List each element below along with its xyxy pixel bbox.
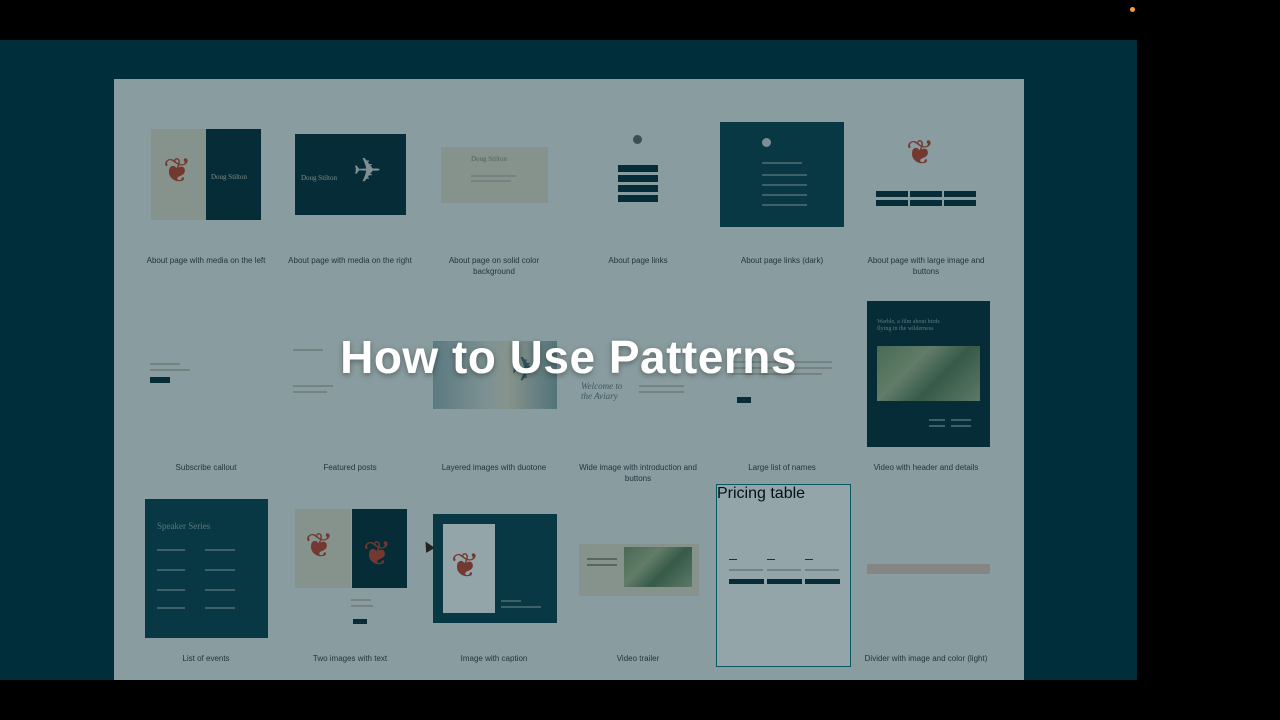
pattern-thumbnail: ❦ [433, 514, 557, 623]
pattern-thumbnail [614, 135, 662, 220]
pattern-thumbnail: Speaker Series [145, 499, 268, 638]
pattern-thumbnail [720, 122, 844, 227]
pattern-label: Wide image with introduction and buttons [579, 463, 697, 483]
pattern-label: About page links (dark) [740, 256, 824, 265]
pattern-label: Divider with image and color (light) [864, 654, 988, 663]
avatar [633, 135, 642, 144]
pattern-thumbnail: ✈ Doug Stilton [295, 134, 406, 215]
pattern-thumbnail: ❦ [874, 131, 978, 221]
bird-illustration-icon: ❦ [906, 134, 935, 172]
pattern-label: Video with header and details [873, 463, 979, 472]
pattern-card-featured-posts[interactable]: Featured posts [288, 301, 412, 472]
pattern-card-layered-images[interactable]: ✈ Layered images with duotone [432, 301, 557, 472]
bird-illustration-icon: ❦ [163, 152, 192, 190]
pattern-label: Image with caption [460, 654, 528, 663]
pattern-thumbnail: ❦ ❦ [295, 509, 407, 629]
overlay-title: How to Use Patterns [340, 331, 797, 383]
pattern-label: About page with media on the left [146, 256, 266, 265]
thumbnail-heading: Doug Stilton [471, 155, 507, 163]
pattern-thumbnail: Welcome to the Aviary [581, 381, 695, 421]
pattern-card-large-list-names[interactable]: Large list of names [720, 301, 844, 472]
pattern-card-large-image-buttons[interactable]: ❦ About page with large image and button… [864, 127, 988, 287]
pattern-label: About page on solid color background [448, 256, 540, 276]
pattern-card-video-header[interactable]: Warble, a film about birds flying in the… [864, 301, 990, 472]
thumbnail-heading: Doug Stilton [301, 174, 337, 182]
pattern-label: Two images with text [312, 654, 388, 663]
pattern-label: Featured posts [323, 463, 377, 472]
pattern-card-list-events[interactable]: Speaker Series List of events [144, 499, 268, 669]
pattern-card-divider-image-color[interactable]: Divider with image and color (light) [864, 499, 990, 669]
pattern-card-two-images-text[interactable]: ❦ ❦ Two images with text [288, 499, 412, 669]
pattern-thumbnail [579, 544, 699, 596]
pattern-card-image-caption[interactable]: ❦ Image with caption [432, 499, 557, 669]
thumbnail-heading: Welcome to the Aviary [581, 381, 623, 401]
pattern-label: List of events [182, 654, 230, 663]
pattern-label: Large list of names [748, 463, 816, 472]
pattern-label: Video trailer [616, 654, 660, 663]
pattern-label: Layered images with duotone [441, 463, 547, 472]
avatar [762, 138, 771, 147]
pattern-label: About page with media on the right [288, 256, 412, 265]
pattern-label: About page links [608, 256, 668, 265]
bird-illustration-icon: ✈ [353, 152, 382, 190]
pattern-card-pricing-table[interactable]: Pricing table [716, 484, 851, 667]
pattern-label: Pricing table [717, 485, 806, 502]
pattern-thumbnail [867, 564, 990, 574]
pattern-card-about-links-dark[interactable]: About page links (dark) [720, 122, 844, 277]
bird-illustration-icon: ❦ [451, 547, 480, 585]
pattern-card-about-left[interactable]: ❦ Doug Stilton About page with media on … [144, 127, 268, 277]
pattern-thumbnail [729, 555, 841, 595]
recording-indicator [1130, 7, 1135, 12]
pattern-card-solid-color[interactable]: Doug Stilton About page on solid color b… [432, 127, 556, 287]
pattern-thumbnail: Doug Stilton [441, 147, 548, 203]
pattern-label: About page with large image and buttons [867, 256, 985, 276]
bird-illustration-icon: ❦ [363, 535, 392, 573]
pattern-label: Subscribe callout [175, 463, 237, 472]
pattern-card-about-links[interactable]: About page links [576, 127, 700, 277]
pattern-card-subscribe-callout[interactable]: Subscribe callout [144, 301, 268, 472]
pattern-card-about-right[interactable]: ✈ Doug Stilton About page with media on … [288, 127, 412, 277]
pattern-card-video-trailer[interactable]: Video trailer [576, 499, 700, 669]
pattern-card-wide-image-intro[interactable]: Welcome to the Aviary Wide image with in… [576, 301, 700, 483]
bird-illustration-icon: ❦ [305, 527, 334, 565]
pattern-thumbnail: ❦ Doug Stilton [151, 129, 261, 220]
thumbnail-heading: Speaker Series [157, 521, 211, 531]
forest-image [624, 547, 692, 587]
thumbnail-heading: Doug Stilton [211, 173, 247, 181]
